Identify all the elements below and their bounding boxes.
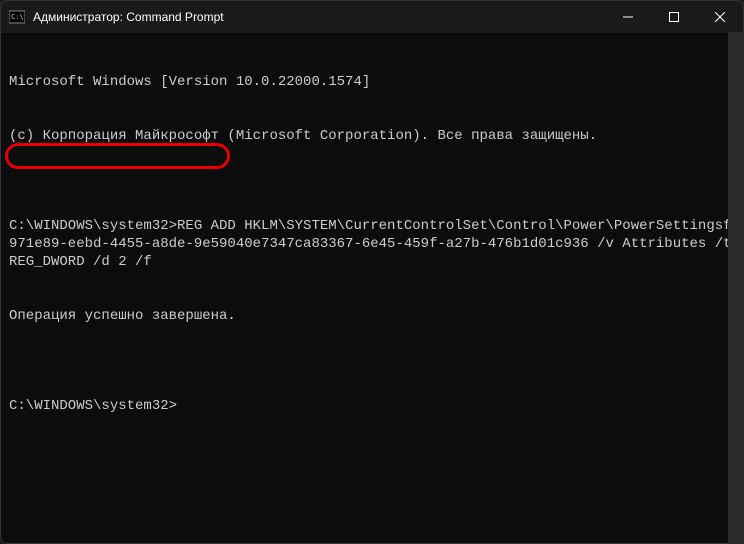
window-controls — [605, 1, 743, 33]
maximize-button[interactable] — [651, 1, 697, 33]
terminal-output[interactable]: Microsoft Windows [Version 10.0.22000.15… — [1, 33, 743, 543]
vertical-scrollbar[interactable] — [728, 32, 744, 544]
minimize-button[interactable] — [605, 1, 651, 33]
scrollbar-thumb[interactable] — [728, 32, 744, 544]
terminal-line: (c) Корпорация Майкрософт (Microsoft Cor… — [9, 127, 735, 145]
terminal-line-highlighted: Операция успешно завершена. — [9, 307, 735, 325]
command-prompt-window: C:\ Администратор: Command Prompt Micros… — [0, 0, 744, 544]
annotation-highlight — [5, 143, 230, 169]
window-title: Администратор: Command Prompt — [33, 10, 605, 24]
terminal-line: C:\WINDOWS\system32>REG ADD HKLM\SYSTEM\… — [9, 217, 735, 271]
close-button[interactable] — [697, 1, 743, 33]
terminal-line: Microsoft Windows [Version 10.0.22000.15… — [9, 73, 735, 91]
svg-text:C:\: C:\ — [11, 13, 24, 21]
terminal-prompt: C:\WINDOWS\system32> — [9, 397, 735, 415]
app-icon: C:\ — [9, 9, 25, 25]
titlebar[interactable]: C:\ Администратор: Command Prompt — [1, 1, 743, 33]
